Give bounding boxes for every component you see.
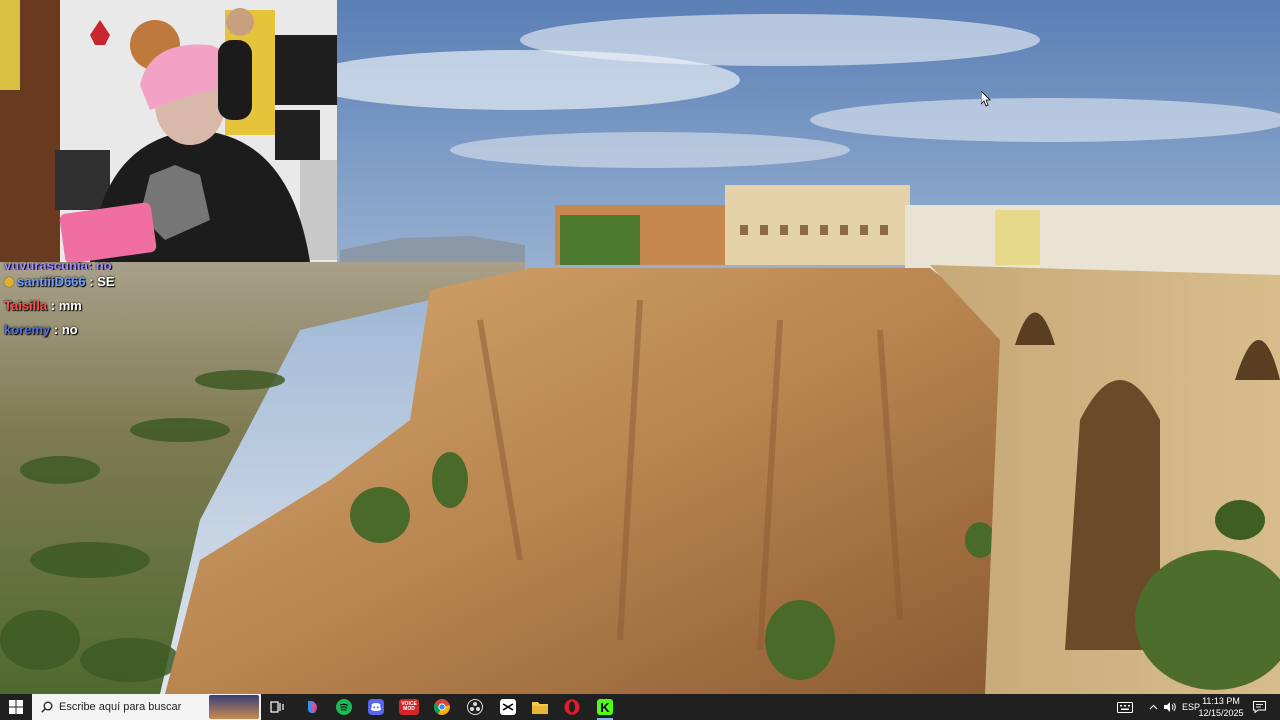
capcut-button[interactable] [496, 694, 520, 720]
opera-button[interactable] [560, 694, 584, 720]
spotify-button[interactable] [332, 694, 356, 720]
input-language-indicator[interactable]: ESP [1182, 694, 1200, 720]
clock-date: 12/15/2025 [1198, 708, 1244, 718]
opera-icon [564, 699, 580, 715]
copilot-button[interactable] [300, 694, 324, 720]
obs-studio-icon [467, 699, 483, 715]
chat-message: Taisilla : mm [0, 294, 330, 318]
discord-icon [368, 699, 384, 715]
chat-username: santiiiD666 [17, 274, 86, 289]
taskbar-clock[interactable]: 11:13 PM 12/15/2025 [1198, 695, 1244, 719]
start-button[interactable] [0, 694, 32, 720]
chat-username: Taisilla [4, 298, 48, 313]
taskbar-search-box[interactable]: Escribe aquí para buscar [32, 694, 261, 720]
chat-message-text: : SE [89, 274, 115, 289]
chevron-up-icon [1149, 704, 1157, 710]
chat-message-text: : no [53, 322, 78, 337]
voicemod-button[interactable]: VOICE MOD [396, 694, 422, 720]
chat-message-text: : mm [50, 298, 82, 313]
chat-username: koremy [4, 322, 51, 337]
chat-message-partial: yuyurascunia: no [0, 262, 330, 270]
notification-icon [1252, 701, 1266, 713]
mouse-cursor-icon [981, 91, 991, 107]
show-hidden-icons-button[interactable] [1146, 694, 1160, 720]
obs-studio-button[interactable] [463, 694, 487, 720]
file-explorer-button[interactable] [528, 694, 552, 720]
chat-overlay: yuyurascunia: no santiiiD666 : SE Taisil… [0, 262, 330, 352]
webcam-feed [0, 0, 337, 262]
keyboard-icon [1117, 701, 1133, 713]
chrome-button[interactable] [430, 694, 454, 720]
volume-icon [1164, 702, 1176, 712]
folder-icon [532, 702, 548, 714]
chat-message: santiiiD666 : SE [0, 270, 330, 294]
voicemod-icon: VOICE MOD [399, 699, 419, 715]
chat-message: koremy : no [0, 318, 330, 342]
webcam-overlay [0, 0, 337, 262]
discord-button[interactable] [364, 694, 388, 720]
chrome-icon [434, 699, 450, 715]
chat-badge-icon [4, 277, 14, 287]
volume-button[interactable] [1161, 694, 1179, 720]
spotify-icon [336, 699, 352, 715]
task-view-icon [270, 701, 284, 713]
kick-icon: K [597, 699, 613, 715]
taskbar: Escribe aquí para buscar VOICE MOD K ESP… [0, 694, 1280, 720]
copilot-icon [307, 700, 318, 714]
search-placeholder: Escribe aquí para buscar [59, 701, 182, 713]
keyboard-button[interactable] [1114, 694, 1136, 720]
clock-time: 11:13 PM [1202, 696, 1240, 706]
notifications-button[interactable] [1250, 694, 1268, 720]
capcut-icon [500, 699, 516, 715]
chat-message-text: yuyurascunia: no [4, 262, 112, 270]
search-highlight-image [209, 695, 259, 719]
kick-button[interactable]: K [593, 694, 617, 720]
task-view-button[interactable] [265, 694, 289, 720]
windows-logo-icon [9, 700, 23, 714]
search-icon [41, 701, 53, 713]
